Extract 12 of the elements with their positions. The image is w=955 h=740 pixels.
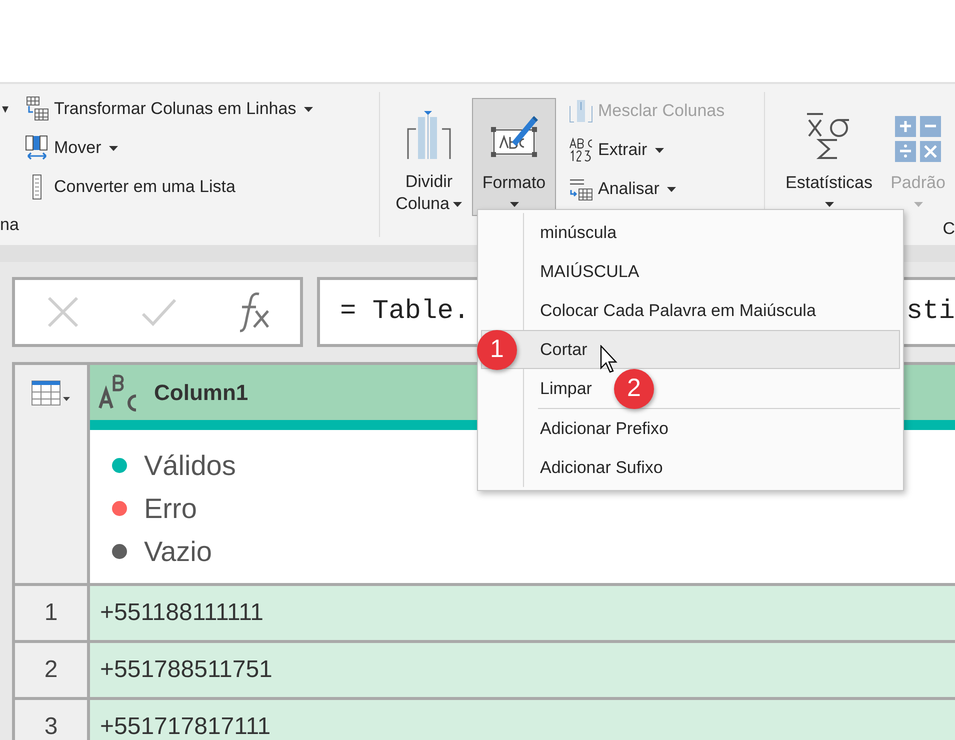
column-title: Column1 (154, 379, 248, 407)
group-label: na (0, 214, 20, 236)
row-number: 3 (15, 700, 90, 740)
group-label: C (942, 218, 955, 240)
quality-label: Válidos (144, 448, 236, 482)
table-cell: +551188111111 (90, 586, 955, 640)
table-cell: +551788511751 (90, 643, 955, 697)
table-cell: +551717817111 (90, 700, 955, 740)
quality-label: Erro (144, 492, 197, 526)
row-number: 2 (15, 643, 90, 697)
quality-label: Vazio (144, 534, 212, 568)
row-number: 1 (15, 586, 90, 640)
